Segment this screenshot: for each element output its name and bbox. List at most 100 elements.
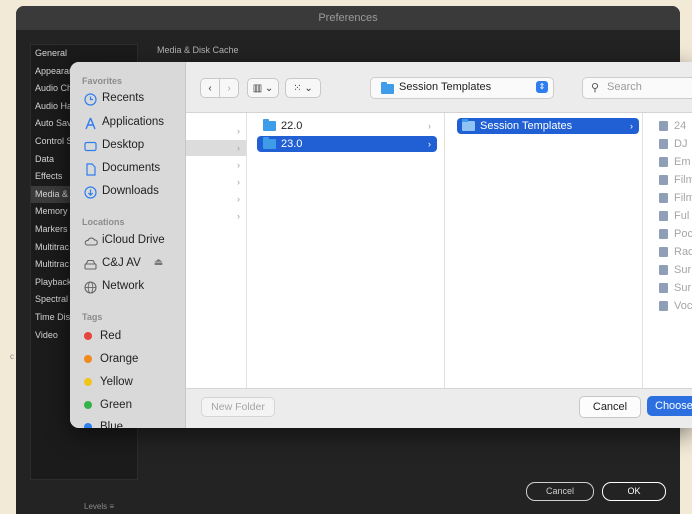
red-tag-dot-icon bbox=[84, 332, 92, 340]
file-name: Sur bbox=[674, 264, 692, 276]
folder-name: Session Templates bbox=[480, 120, 573, 132]
cancel-button[interactable]: Cancel bbox=[579, 396, 641, 418]
section-title: Media & Disk Cache bbox=[157, 45, 239, 55]
locations-heading: Locations bbox=[82, 217, 125, 227]
file-name: Voc bbox=[674, 300, 692, 312]
file-row[interactable]: Rac bbox=[659, 244, 692, 260]
folder-row-22[interactable]: 22.0 › bbox=[257, 118, 437, 134]
file-icon bbox=[659, 211, 668, 221]
folder-row-23[interactable]: 23.0 › bbox=[257, 136, 437, 152]
preferences-title: Preferences bbox=[16, 6, 680, 30]
file-row[interactable]: 24 bbox=[659, 118, 686, 134]
sidebar-label: Desktop bbox=[102, 139, 145, 151]
folder-icon bbox=[381, 82, 394, 94]
file-row[interactable]: Film bbox=[659, 190, 692, 206]
folder-name: 23.0 bbox=[281, 138, 303, 150]
yellow-tag-dot-icon bbox=[84, 378, 92, 386]
sidebar-item-icloud-drive[interactable]: iCloud Drive bbox=[84, 229, 165, 251]
file-row[interactable]: Poc bbox=[659, 226, 692, 242]
folder-row-session-templates[interactable]: Session Templates › bbox=[457, 118, 639, 134]
group-button[interactable]: ⁙ ⌄ bbox=[285, 78, 321, 98]
cloud-icon bbox=[84, 234, 98, 247]
column-1: › › › › › › bbox=[186, 113, 247, 388]
dialog-footer: New Folder Cancel Choose bbox=[186, 388, 692, 428]
column-4: 24 DJ Em Film Film Ful Poc Rac Sur Sur V… bbox=[643, 113, 692, 388]
sidebar-tag-green[interactable]: Green bbox=[84, 394, 132, 416]
file-name: Ful bbox=[674, 210, 690, 222]
file-row[interactable]: Em bbox=[659, 154, 691, 170]
preferences-cancel-button[interactable]: Cancel bbox=[526, 482, 594, 501]
file-icon bbox=[659, 229, 668, 239]
popup-arrows-icon: ⇕ bbox=[536, 81, 548, 93]
sidebar-item-desktop[interactable]: Desktop bbox=[84, 134, 144, 156]
sidebar-tag-orange[interactable]: Orange bbox=[84, 348, 138, 370]
path-popup[interactable]: Session Templates ⇕ bbox=[370, 77, 554, 99]
search-placeholder: Search bbox=[607, 81, 642, 93]
sidebar-tag-blue[interactable]: Blue bbox=[84, 416, 123, 428]
sidebar-item-documents[interactable]: Documents bbox=[84, 157, 160, 179]
file-row[interactable]: Voc bbox=[659, 298, 692, 314]
favorites-heading: Favorites bbox=[82, 76, 123, 86]
search-field[interactable]: ⚲ Search bbox=[582, 77, 692, 99]
globe-icon bbox=[84, 280, 97, 294]
file-icon bbox=[659, 157, 668, 167]
forward-button[interactable]: › bbox=[219, 78, 239, 98]
search-icon: ⚲ bbox=[591, 82, 600, 94]
sidebar-item-applications[interactable]: Applications bbox=[84, 111, 164, 133]
sidebar-label: Recents bbox=[102, 92, 145, 104]
file-name: DJ bbox=[674, 138, 688, 150]
category-general[interactable]: General bbox=[31, 45, 137, 63]
sidebar-tag-yellow[interactable]: Yellow bbox=[84, 371, 133, 393]
document-icon bbox=[84, 162, 97, 176]
list-item[interactable]: › bbox=[186, 191, 246, 207]
file-icon bbox=[659, 247, 668, 257]
file-row[interactable]: Ful bbox=[659, 208, 689, 224]
file-row[interactable]: Sur bbox=[659, 262, 691, 278]
tag-label: Yellow bbox=[100, 376, 133, 388]
eject-icon[interactable]: ⏏ bbox=[154, 252, 163, 274]
download-icon bbox=[84, 185, 97, 199]
sidebar-item-cj-av[interactable]: C&J AV ⏏ bbox=[84, 252, 163, 274]
file-icon bbox=[659, 265, 668, 275]
dialog-toolbar: ‹ › ▥ ⌄ ⁙ ⌄ Session Templates ⇕ ⚲ Search bbox=[186, 62, 692, 113]
file-icon bbox=[659, 283, 668, 293]
column-2: 22.0 › 23.0 › bbox=[247, 113, 445, 388]
file-name: Film bbox=[674, 174, 692, 186]
list-item[interactable]: › bbox=[186, 174, 246, 190]
desktop-icon bbox=[84, 139, 97, 152]
file-icon bbox=[659, 175, 668, 185]
tag-label: Green bbox=[100, 399, 132, 411]
file-row[interactable]: Film bbox=[659, 172, 692, 188]
sidebar-item-downloads[interactable]: Downloads bbox=[84, 180, 159, 202]
list-item-selected[interactable]: › bbox=[186, 140, 246, 156]
tag-label: Blue bbox=[100, 421, 124, 428]
clock-icon bbox=[84, 92, 97, 106]
drive-icon bbox=[84, 257, 97, 270]
choose-button[interactable]: Choose bbox=[647, 396, 692, 416]
sidebar-item-network[interactable]: Network bbox=[84, 275, 144, 297]
file-row[interactable]: DJ bbox=[659, 136, 687, 152]
file-icon bbox=[659, 193, 668, 203]
orange-tag-dot-icon bbox=[84, 355, 92, 363]
sidebar-item-recents[interactable]: Recents bbox=[84, 87, 144, 109]
preferences-ok-button[interactable]: OK bbox=[602, 482, 666, 501]
sidebar-label: Documents bbox=[102, 162, 161, 174]
column-3: Session Templates › bbox=[445, 113, 643, 388]
tag-label: Orange bbox=[100, 353, 139, 365]
list-item[interactable]: › bbox=[186, 157, 246, 173]
folder-icon bbox=[263, 119, 276, 131]
file-name: 24 bbox=[674, 120, 687, 132]
sidebar-label: Network bbox=[102, 280, 145, 292]
folder-icon bbox=[462, 119, 475, 131]
sidebar-tag-red[interactable]: Red bbox=[84, 325, 121, 347]
applications-icon bbox=[84, 116, 97, 129]
list-item[interactable]: › bbox=[186, 123, 246, 139]
back-button[interactable]: ‹ bbox=[200, 78, 220, 98]
list-item[interactable]: › bbox=[186, 208, 246, 224]
file-name: Film bbox=[674, 192, 692, 204]
file-row[interactable]: Sur bbox=[659, 280, 691, 296]
new-folder-button[interactable]: New Folder bbox=[201, 397, 275, 417]
file-icon bbox=[659, 121, 668, 131]
folder-name: 22.0 bbox=[281, 120, 303, 132]
view-mode-button[interactable]: ▥ ⌄ bbox=[247, 78, 279, 98]
